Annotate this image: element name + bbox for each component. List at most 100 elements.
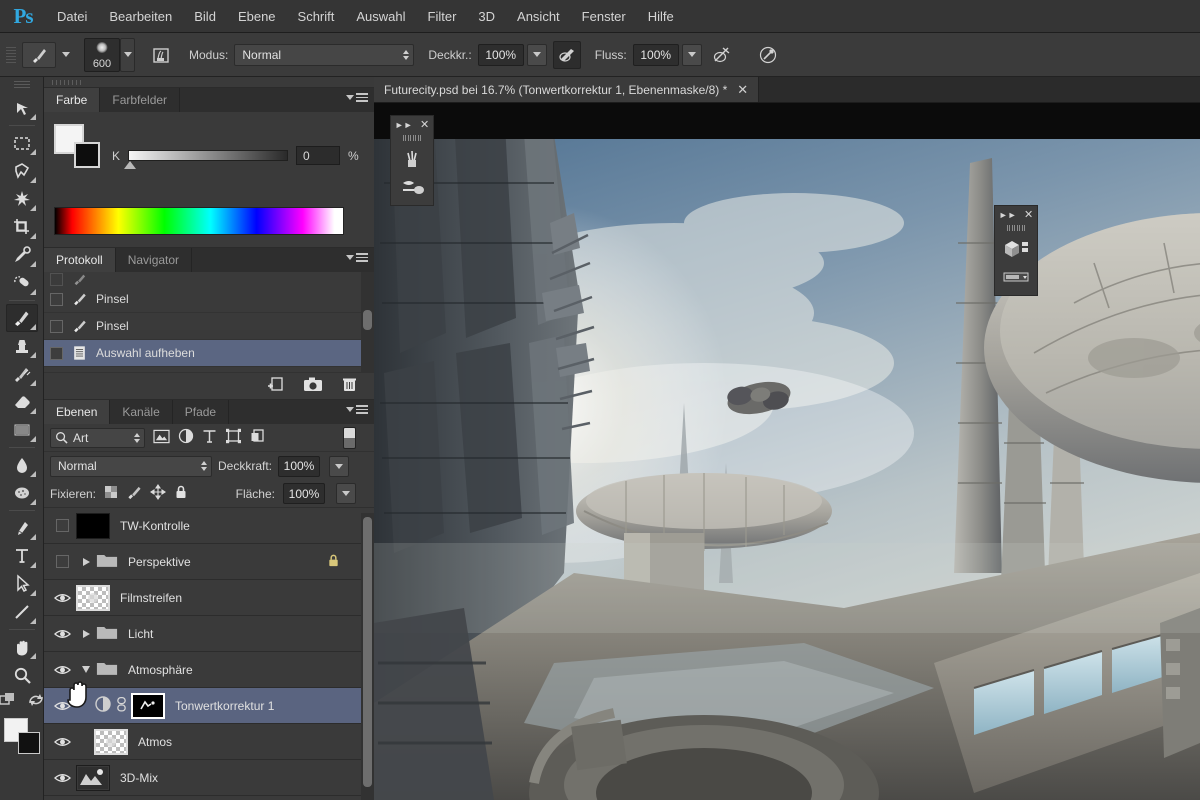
canvas-artwork[interactable] <box>374 103 1200 800</box>
crop-tool[interactable] <box>6 213 38 241</box>
background-color-swatch[interactable] <box>17 732 40 754</box>
delete-history-state-button[interactable] <box>341 376 358 396</box>
layer-visibility-toggle[interactable] <box>48 628 76 640</box>
k-value-input[interactable]: 0 <box>296 146 341 165</box>
brush-tool[interactable] <box>5 304 38 332</box>
lock-all-button[interactable] <box>174 484 188 503</box>
k-slider-thumb[interactable] <box>124 161 137 169</box>
type-tool[interactable] <box>6 542 38 570</box>
color-panel-swatches[interactable] <box>54 124 100 168</box>
filter-pixel-layers-button[interactable] <box>153 429 170 447</box>
path-selection-tool[interactable] <box>6 570 38 598</box>
lock-position-button[interactable] <box>150 484 167 503</box>
eraser-tool[interactable] <box>6 388 38 416</box>
tab-ebenen[interactable]: Ebenen <box>44 400 111 424</box>
dodge-tool[interactable] <box>6 479 38 507</box>
layer-group-disclosure[interactable] <box>76 629 96 638</box>
tab-kanaele[interactable]: Kanäle <box>110 400 173 424</box>
layer-visibility-toggle[interactable] <box>48 664 76 676</box>
size-pressure-toggle[interactable] <box>754 41 782 69</box>
history-scrollbar-thumb[interactable] <box>363 310 372 330</box>
line-tool[interactable] <box>6 598 38 626</box>
threed-floating-panel[interactable]: ►► ✕ <box>994 205 1038 296</box>
brush-size-preview[interactable]: 600 <box>84 37 120 72</box>
filter-type-layers-button[interactable] <box>202 428 217 447</box>
color-swatches[interactable] <box>3 718 40 754</box>
opacity-pressure-toggle[interactable] <box>552 40 581 69</box>
menu-item-schrift[interactable]: Schrift <box>287 0 346 33</box>
history-brush-tool[interactable] <box>6 360 38 388</box>
color-spectrum-ramp[interactable] <box>54 207 344 235</box>
layer-visibility-toggle[interactable] <box>48 592 76 604</box>
blend-mode-select[interactable]: Normal <box>234 43 415 66</box>
tab-pfade[interactable]: Pfade <box>172 400 230 424</box>
quick-mask-button[interactable] <box>0 691 18 712</box>
layer-row[interactable]: Licht <box>44 616 374 652</box>
filter-shape-layers-button[interactable] <box>225 428 242 447</box>
move-tool[interactable] <box>6 94 38 122</box>
brush-preset-dropdown[interactable] <box>120 37 135 72</box>
tab-farbe[interactable]: Farbe <box>44 88 101 112</box>
layer-thumbnail[interactable] <box>76 584 110 611</box>
brush-presets-floating-panel[interactable]: ►► ✕ <box>390 115 434 206</box>
tab-protokoll[interactable]: Protokoll <box>44 248 116 272</box>
zoom-tool[interactable] <box>6 661 38 689</box>
flow-value[interactable]: 100% <box>632 43 679 66</box>
brush-presets-panel-grip[interactable] <box>391 133 433 143</box>
layer-mask-thumbnail[interactable] <box>131 692 165 719</box>
filter-enable-toggle[interactable] <box>343 426 356 449</box>
opacity-value[interactable]: 100% <box>477 43 524 66</box>
tool-preset-caret-icon[interactable] <box>62 52 70 57</box>
quick-selection-tool[interactable] <box>6 185 38 213</box>
layer-opacity-value[interactable]: 100% <box>278 455 321 477</box>
layer-thumbnail[interactable] <box>76 764 110 791</box>
brush-preset-icon-button[interactable] <box>394 146 430 172</box>
layers-scrollbar-thumb[interactable] <box>363 517 372 787</box>
tab-farbfelder[interactable]: Farbfelder <box>100 88 181 112</box>
layer-visibility-toggle[interactable] <box>48 519 76 532</box>
lasso-tool[interactable] <box>6 157 38 185</box>
layer-row[interactable]: 3D-Mix <box>44 760 374 796</box>
lock-transparency-button[interactable] <box>104 485 118 502</box>
background-color-swatch[interactable] <box>74 142 100 168</box>
threed-properties-icon-button[interactable] <box>998 264 1034 290</box>
layer-row[interactable]: Perspektive <box>44 544 374 580</box>
layer-mask-link[interactable] <box>116 696 127 716</box>
history-state-row[interactable]: Auswahl aufheben <box>44 340 374 367</box>
layer-fill-dropdown[interactable] <box>336 483 356 504</box>
menu-item-fenster[interactable]: Fenster <box>571 0 637 33</box>
history-state-row[interactable]: Pinsel <box>44 286 374 313</box>
layer-row[interactable]: Atmos <box>44 724 374 760</box>
layer-group-disclosure[interactable] <box>76 557 96 566</box>
brush-settings-icon-button[interactable] <box>394 174 430 200</box>
blur-tool[interactable] <box>6 451 38 479</box>
pen-tool[interactable] <box>6 514 38 542</box>
expand-arrow-icon[interactable] <box>82 629 90 638</box>
threed-panel-grip[interactable] <box>995 223 1037 233</box>
layer-row[interactable]: TW-Kontrolle <box>44 508 374 544</box>
layer-visibility-toggle[interactable] <box>48 772 76 784</box>
hand-tool[interactable] <box>6 633 38 661</box>
healing-brush-tool[interactable] <box>6 269 38 297</box>
history-source-checkbox[interactable] <box>50 272 63 286</box>
layer-row[interactable]: Atmosphäre <box>44 652 374 688</box>
new-document-from-state-button[interactable] <box>266 376 285 396</box>
layer-opacity-dropdown[interactable] <box>329 455 350 477</box>
layer-adjustment-icon[interactable] <box>94 695 112 716</box>
history-scrollbar[interactable] <box>361 272 374 372</box>
k-slider[interactable] <box>124 150 289 169</box>
airbrush-toggle[interactable] <box>708 41 736 69</box>
flow-dropdown[interactable] <box>681 43 702 66</box>
layer-group-disclosure[interactable] <box>76 666 96 673</box>
layer-fill-value[interactable]: 100% <box>283 483 325 504</box>
menu-item-bearbeiten[interactable]: Bearbeiten <box>98 0 183 33</box>
history-source-checkbox[interactable] <box>50 292 63 306</box>
history-source-checkbox[interactable] <box>50 319 63 333</box>
layer-thumbnail[interactable] <box>76 512 110 539</box>
marquee-tool[interactable] <box>6 129 38 157</box>
layer-filter-type-select[interactable]: Art <box>50 427 145 448</box>
layer-visibility-toggle[interactable] <box>48 555 76 568</box>
menu-item-auswahl[interactable]: Auswahl <box>345 0 416 33</box>
menu-item-datei[interactable]: Datei <box>46 0 98 33</box>
expand-arrow-icon[interactable] <box>82 557 90 566</box>
